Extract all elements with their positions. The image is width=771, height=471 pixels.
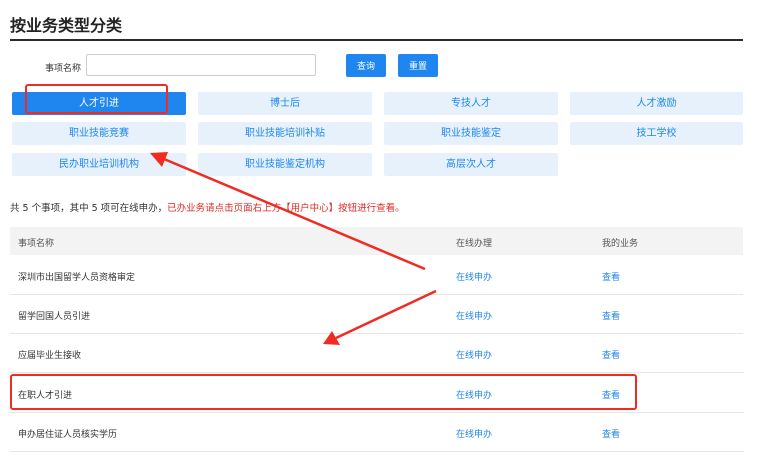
view-link[interactable]: 查看 xyxy=(602,348,620,361)
search-label: 事项名称 xyxy=(45,64,82,74)
category-skills-competition[interactable]: 职业技能竞赛 xyxy=(12,122,186,145)
reset-button[interactable]: 重置 xyxy=(398,54,438,77)
title-divider xyxy=(10,39,743,41)
row-name: 应届毕业生接收 xyxy=(18,351,82,361)
view-link[interactable]: 查看 xyxy=(602,270,620,283)
category-skills-appraisal-org[interactable]: 职业技能鉴定机构 xyxy=(198,153,372,176)
view-link[interactable]: 查看 xyxy=(602,388,620,401)
category-skills-training-subsidy[interactable]: 职业技能培训补贴 xyxy=(198,122,372,145)
row-name: 深圳市出国留学人员资格审定 xyxy=(18,273,136,283)
online-apply-link[interactable]: 在线申办 xyxy=(456,427,492,440)
query-button[interactable]: 查询 xyxy=(346,54,386,77)
row-name: 在职人才引进 xyxy=(18,391,73,401)
row-name: 留学回国人员引进 xyxy=(18,312,91,322)
online-apply-link[interactable]: 在线申办 xyxy=(456,309,492,322)
search-input[interactable] xyxy=(86,54,316,76)
table-row: 应届毕业生接收 在线申办 查看 xyxy=(10,334,743,373)
category-private-training-org[interactable]: 民办职业培训机构 xyxy=(12,153,186,176)
table-row: 深圳市出国留学人员资格审定 在线申办 查看 xyxy=(10,256,743,295)
summary-text: 共 5 个事项，其中 5 项可在线申办，已办业务请点击页面右上方【用户中心】按钮… xyxy=(10,200,405,214)
view-link[interactable]: 查看 xyxy=(602,309,620,322)
page-title: 按业务类型分类 xyxy=(10,16,123,35)
summary-hint: 已办业务请点击页面右上方【用户中心】按钮进行查看。 xyxy=(167,203,405,214)
table-header: 事项名称 在线办理 我的业务 xyxy=(10,227,743,255)
online-apply-link[interactable]: 在线申办 xyxy=(456,348,492,361)
category-technical-school[interactable]: 技工学校 xyxy=(570,122,743,145)
online-apply-link[interactable]: 在线申办 xyxy=(456,270,492,283)
table-row: 留学回国人员引进 在线申办 查看 xyxy=(10,295,743,334)
category-talent-intro[interactable]: 人才引进 xyxy=(12,92,186,115)
category-postdoc[interactable]: 博士后 xyxy=(198,92,372,115)
category-skills-appraisal[interactable]: 职业技能鉴定 xyxy=(384,122,558,145)
header-item-name: 事项名称 xyxy=(18,239,55,249)
row-name: 申办居住证人员核实学历 xyxy=(18,430,118,440)
category-professional-talent[interactable]: 专技人才 xyxy=(384,92,558,115)
summary-count: 共 5 个事项，其中 5 项可在线申办， xyxy=(10,203,168,214)
category-high-level-talent[interactable]: 高层次人才 xyxy=(384,153,558,176)
online-apply-link[interactable]: 在线申办 xyxy=(456,388,492,401)
header-my-business: 我的业务 xyxy=(602,239,639,249)
table-row: 申办居住证人员核实学历 在线申办 查看 xyxy=(10,413,743,452)
category-talent-incentive[interactable]: 人才激励 xyxy=(570,92,743,115)
table-row: 在职人才引进 在线申办 查看 xyxy=(10,374,743,413)
header-online: 在线办理 xyxy=(456,239,493,249)
view-link[interactable]: 查看 xyxy=(602,427,620,440)
